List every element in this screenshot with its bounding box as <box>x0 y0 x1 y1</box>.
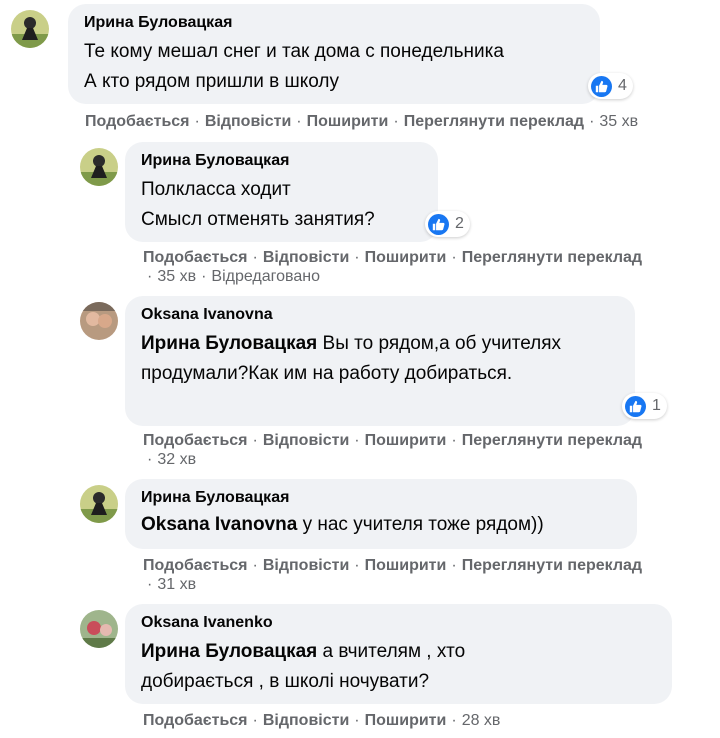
comment-bubble: Oksana Ivanenko Ирина Буловацкая а вчите… <box>125 604 672 704</box>
reaction-count: 2 <box>455 215 464 232</box>
like-link[interactable]: Подобається <box>85 113 190 130</box>
avatar[interactable] <box>80 302 118 340</box>
like-link[interactable]: Подобається <box>143 432 248 449</box>
comment-author[interactable]: Ирина Буловацкая <box>141 151 422 171</box>
translate-link[interactable]: Переглянути переклад <box>462 557 642 574</box>
comment-author[interactable]: Ирина Буловацкая <box>84 13 584 33</box>
comment-actions: Подобається · Відповісти · Поширити · Переглян… <box>143 249 643 285</box>
avatar[interactable] <box>80 148 118 186</box>
timestamp[interactable]: 32 хв <box>157 451 196 468</box>
timestamp[interactable]: 35 хв <box>599 113 638 130</box>
reply-link[interactable]: Відповісти <box>263 432 349 449</box>
comment-text: Ирина Буловацкая а вчителям , хто добира… <box>141 637 561 697</box>
reaction-count: 1 <box>652 397 661 414</box>
reply-link[interactable]: Відповісти <box>263 712 349 729</box>
mention-link[interactable]: Ирина Буловацкая <box>141 641 317 662</box>
comment-actions: Подобається · Відповісти · Поширити · Переглян… <box>85 113 639 130</box>
translate-link[interactable]: Переглянути переклад <box>462 432 642 449</box>
like-link[interactable]: Подобається <box>143 249 248 266</box>
edited-label: Відредаговано <box>211 268 320 285</box>
thumbs-up-icon <box>591 75 612 97</box>
reaction-badge[interactable]: 1 <box>622 393 667 419</box>
share-link[interactable]: Поширити <box>365 712 447 729</box>
comment-bubble: Ирина Буловацкая Oksana Ivanovna у нас у… <box>125 479 637 549</box>
comment-bubble: Oksana Ivanovna Ирина Буловацкая Вы то р… <box>125 296 635 426</box>
thumbs-up-icon <box>625 395 646 417</box>
share-link[interactable]: Поширити <box>365 249 447 266</box>
like-link[interactable]: Подобається <box>143 557 248 574</box>
translate-link[interactable]: Переглянути переклад <box>462 249 642 266</box>
comment-author[interactable]: Oksana Ivanovna <box>141 305 619 325</box>
avatar[interactable] <box>11 10 49 48</box>
comment-author[interactable]: Oksana Ivanenko <box>141 613 656 633</box>
comment-bubble: Ирина Буловацкая Полкласса ходит Смысл о… <box>125 142 438 242</box>
reply-link[interactable]: Відповісти <box>263 249 349 266</box>
reaction-badge[interactable]: 2 <box>425 211 470 237</box>
mention-link[interactable]: Ирина Буловацкая <box>141 333 317 354</box>
reaction-count: 4 <box>618 77 627 94</box>
timestamp[interactable]: 28 хв <box>462 712 501 729</box>
comment-actions: Подобається · Відповісти · Поширити · 28 хв <box>143 712 501 729</box>
comment-text: Ирина Буловацкая Вы то рядом,а об учител… <box>141 329 561 389</box>
comment-text: Oksana Ivanovna у нас учителя тоже рядом… <box>141 510 621 540</box>
timestamp[interactable]: 31 хв <box>157 576 196 593</box>
comment-actions: Подобається · Відповісти · Поширити · Переглян… <box>143 432 643 468</box>
avatar[interactable] <box>80 485 118 523</box>
reaction-badge[interactable]: 4 <box>588 73 633 99</box>
comment-bubble: Ирина Буловацкая Те кому мешал снег и та… <box>68 4 600 104</box>
comment-author[interactable]: Ирина Буловацкая <box>141 488 621 508</box>
translate-link[interactable]: Переглянути переклад <box>404 113 584 130</box>
thumbs-up-icon <box>428 213 449 235</box>
comment-text: Полкласса ходит Смысл отменять занятия? <box>141 179 375 230</box>
avatar[interactable] <box>80 610 118 648</box>
mention-link[interactable]: Oksana Ivanovna <box>141 514 297 535</box>
timestamp[interactable]: 35 хв <box>157 268 196 285</box>
reply-link[interactable]: Відповісти <box>263 557 349 574</box>
like-link[interactable]: Подобається <box>143 712 248 729</box>
comment-actions: Подобається · Відповісти · Поширити · Переглян… <box>143 557 643 593</box>
share-link[interactable]: Поширити <box>307 113 389 130</box>
reply-link[interactable]: Відповісти <box>205 113 291 130</box>
share-link[interactable]: Поширити <box>365 432 447 449</box>
comment-text: Те кому мешал снег и так дома с понедель… <box>84 41 504 92</box>
comment-body: у нас учителя тоже рядом)) <box>297 514 544 535</box>
share-link[interactable]: Поширити <box>365 557 447 574</box>
